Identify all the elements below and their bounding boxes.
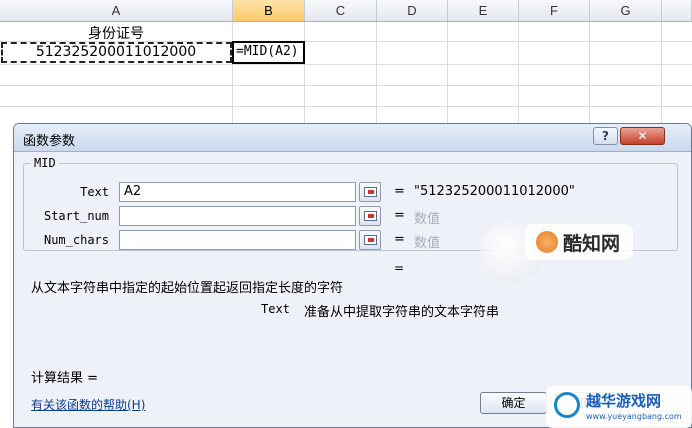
calculation-result-label: 计算结果 =	[31, 371, 99, 386]
watermark-site-title: 越华游戏网	[586, 392, 662, 410]
range-select-icon	[364, 187, 377, 197]
gridline	[0, 85, 692, 86]
range-select-icon	[364, 235, 377, 245]
column-header-f[interactable]: F	[519, 0, 590, 22]
function-name-label: MID	[31, 156, 59, 170]
start-num-range-select-button[interactable]	[359, 206, 381, 226]
column-header-c[interactable]: C	[305, 0, 377, 22]
text-input[interactable]: A2	[119, 182, 356, 202]
dialog-title: 函数参数	[23, 134, 76, 149]
column-header-e[interactable]: E	[448, 0, 519, 22]
current-arg-name: Text	[261, 302, 290, 316]
function-arguments-dialog[interactable]: 函数参数 ? ✕ MID Text A2 = "5123252000110120…	[13, 123, 692, 428]
arg-equals-start-num: =	[394, 208, 405, 223]
range-select-icon	[364, 211, 377, 221]
cell-a1[interactable]: 身份证号	[0, 23, 232, 43]
function-description: 从文本字符串中指定的起始位置起返回指定长度的字符	[31, 281, 344, 296]
arg-equals-num-chars: =	[394, 232, 405, 247]
arg-equals-text: =	[394, 184, 405, 199]
start-num-result-value: 数值	[414, 212, 441, 227]
close-button[interactable]: ✕	[620, 127, 665, 145]
lightbulb-icon	[536, 231, 558, 253]
current-arg-description: 准备从中提取字符串的文本字符串	[304, 305, 500, 320]
num-chars-input[interactable]	[119, 230, 356, 250]
help-button[interactable]: ?	[593, 127, 618, 145]
num-chars-result-value: 数值	[414, 236, 441, 251]
watermark-site-url: www.yueyangbang.com	[586, 412, 682, 421]
ok-button[interactable]: 确定	[480, 392, 547, 414]
arg-label-num-chars: Num_chars	[43, 233, 109, 247]
dialog-titlebar[interactable]: 函数参数 ? ✕	[14, 124, 691, 152]
function-help-link[interactable]: 有关该函数的帮助(H)	[31, 396, 145, 413]
watermark-logo-text: 酷知网	[563, 233, 621, 255]
column-header-a[interactable]: A	[0, 0, 233, 22]
site-logo-icon	[554, 392, 580, 418]
text-result-value: "512325200011012000"	[414, 184, 575, 199]
gridline	[0, 64, 692, 65]
arg-label-text: Text	[80, 185, 109, 199]
arg-label-start-num: Start_num	[43, 209, 109, 223]
column-header-b[interactable]: B	[233, 0, 305, 22]
column-header-d[interactable]: D	[377, 0, 448, 22]
gridline	[0, 106, 692, 107]
num-chars-range-select-button[interactable]	[359, 230, 381, 250]
start-num-input[interactable]	[119, 206, 356, 226]
cell-b2[interactable]: =MID(A2)	[236, 44, 299, 59]
column-header-g[interactable]: G	[590, 0, 662, 22]
formula-result-equals: =	[394, 261, 405, 275]
column-header-h[interactable]	[662, 0, 692, 22]
text-range-select-button[interactable]	[359, 182, 381, 202]
copy-marquee	[1, 42, 232, 63]
